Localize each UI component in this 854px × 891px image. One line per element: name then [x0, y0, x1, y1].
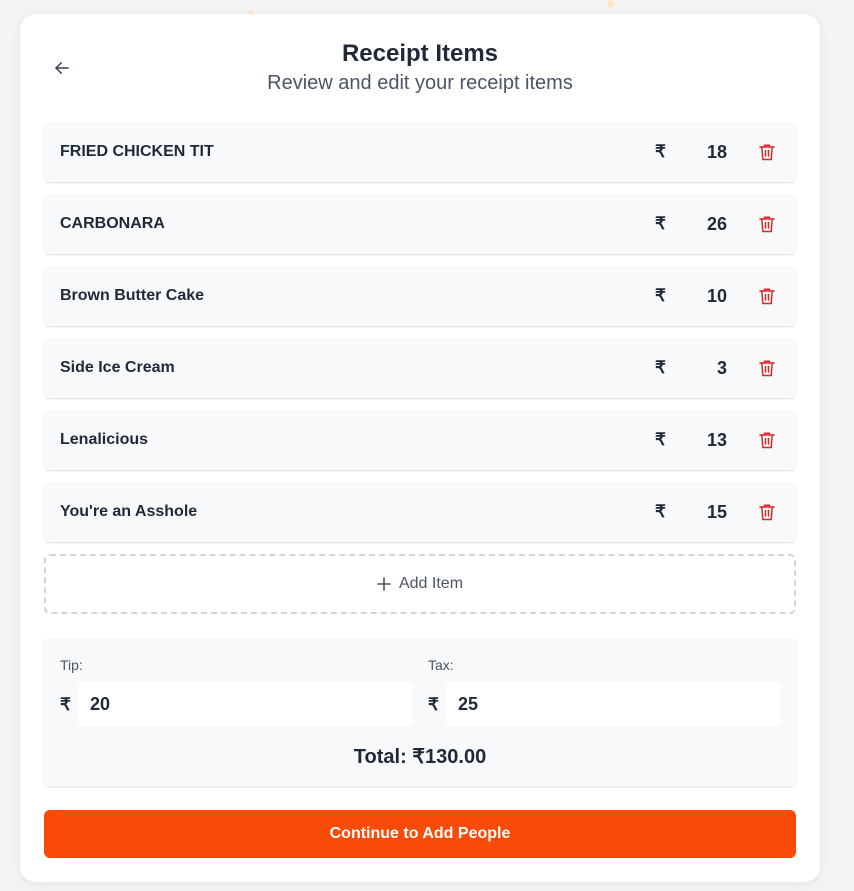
receipt-card: Receipt Items Review and edit your recei… — [20, 14, 820, 882]
item-name[interactable]: FRIED CHICKEN TIT — [60, 143, 214, 161]
item-name[interactable]: CARBONARA — [60, 215, 165, 233]
add-item-button[interactable]: Add Item — [44, 554, 796, 614]
item-currency-symbol: ₹ — [655, 358, 666, 377]
item-currency-symbol: ₹ — [655, 286, 666, 305]
delete-item-button[interactable] — [757, 357, 777, 379]
receipt-item-list: FRIED CHICKEN TIT ₹ 18 CARBONARA ₹ 26 Br… — [44, 122, 796, 554]
page-subtitle: Review and edit your receipt items — [267, 72, 573, 94]
delete-item-button[interactable] — [757, 141, 777, 163]
item-name[interactable]: Brown Butter Cake — [60, 287, 204, 305]
trash-icon — [759, 288, 775, 305]
decorative-dot — [607, 0, 615, 8]
receipt-item-row: Side Ice Cream ₹ 3 — [44, 338, 796, 398]
item-price[interactable]: 10 — [674, 286, 727, 307]
item-currency-symbol: ₹ — [655, 142, 666, 161]
trash-icon — [759, 216, 775, 233]
receipt-item-row: Brown Butter Cake ₹ 10 — [44, 266, 796, 326]
tax-currency-symbol: ₹ — [428, 695, 439, 714]
item-currency-symbol: ₹ — [655, 430, 666, 449]
total-amount: Total: ₹130.00 — [353, 746, 487, 768]
continue-to-add-people-button[interactable]: Continue to Add People — [44, 810, 796, 858]
plus-icon — [377, 577, 391, 591]
item-name[interactable]: Lenalicious — [60, 431, 148, 449]
item-price[interactable]: 3 — [674, 358, 727, 379]
delete-item-button[interactable] — [757, 501, 777, 523]
trash-icon — [759, 432, 775, 449]
item-currency-symbol: ₹ — [655, 214, 666, 233]
delete-item-button[interactable] — [757, 429, 777, 451]
tip-input[interactable] — [78, 682, 412, 726]
tip-tax-summary: Tip: ₹ Tax: ₹ Total: ₹130.00 — [44, 638, 796, 786]
item-price[interactable]: 15 — [674, 502, 727, 523]
tax-input[interactable] — [446, 682, 780, 726]
item-name[interactable]: You're an Asshole — [60, 503, 197, 521]
item-price[interactable]: 26 — [674, 214, 727, 235]
receipt-item-row: Lenalicious ₹ 13 — [44, 410, 796, 470]
receipt-item-row: CARBONARA ₹ 26 — [44, 194, 796, 254]
add-item-label: Add Item — [398, 575, 464, 592]
item-currency-symbol: ₹ — [655, 502, 666, 521]
item-price[interactable]: 13 — [674, 430, 727, 451]
item-price[interactable]: 18 — [674, 142, 727, 163]
tip-currency-symbol: ₹ — [60, 695, 71, 714]
receipt-item-row: You're an Asshole ₹ 15 — [44, 482, 796, 542]
tax-label: Tax: — [428, 657, 454, 673]
trash-icon — [759, 360, 775, 377]
receipt-item-row: FRIED CHICKEN TIT ₹ 18 — [44, 122, 796, 182]
delete-item-button[interactable] — [757, 213, 777, 235]
tip-label: Tip: — [60, 657, 83, 673]
trash-icon — [759, 144, 775, 161]
item-name[interactable]: Side Ice Cream — [60, 359, 175, 377]
delete-item-button[interactable] — [757, 285, 777, 307]
trash-icon — [759, 504, 775, 521]
page-title: Receipt Items — [341, 40, 499, 67]
